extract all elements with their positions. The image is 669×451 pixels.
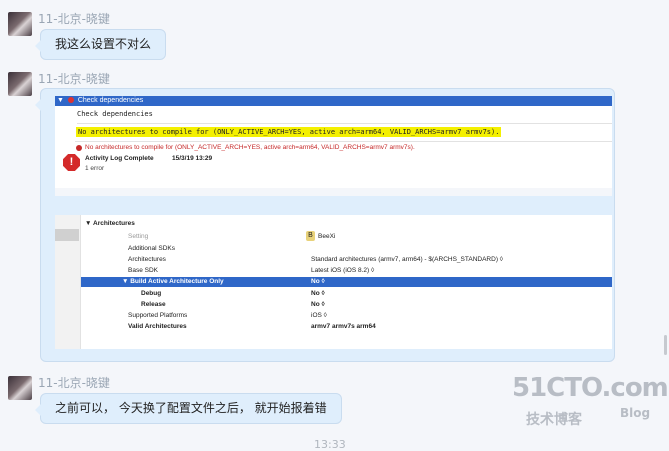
log-count: 1 error	[85, 165, 105, 172]
setting-value[interactable]: No ◊	[311, 278, 325, 285]
setting-value[interactable]: No ◊	[311, 301, 325, 308]
sender-name: 11-北京-晓键	[38, 72, 110, 86]
setting-header: Setting	[128, 233, 149, 240]
setting-value[interactable]: Standard architectures (armv7, arm64) - …	[311, 256, 503, 263]
build-settings-screenshot[interactable]: ▼ Architectures Setting B BeeXi Addition…	[55, 215, 612, 349]
message-bubble[interactable]: 我这么设置不对么	[34, 29, 167, 60]
header-label: Check dependencies	[77, 97, 144, 104]
avatar[interactable]	[8, 376, 32, 400]
subheader: Check dependencies	[77, 110, 153, 118]
watermark-sub: 技术博客	[526, 412, 582, 428]
message-bubble[interactable]: 之前可以， 今天换了配置文件之后， 就开始报着错	[35, 393, 342, 424]
setting-value[interactable]: Latest iOS (iOS 8.2) ◊	[311, 267, 374, 274]
log-time: 15/3/19 13:29	[172, 155, 213, 162]
disclosure-icon: ▼	[85, 220, 93, 227]
setting-row[interactable]: Debug	[141, 290, 161, 297]
setting-row[interactable]: Supported Platforms	[128, 312, 187, 319]
message-text: 之前可以， 今天换了配置文件之后， 就开始报着错	[55, 401, 327, 415]
setting-row[interactable]: Valid Architectures	[128, 323, 187, 330]
image-message-bubble[interactable]: ▼ Check dependencies Check dependencies …	[35, 88, 615, 362]
log-title: Activity Log Complete	[85, 155, 154, 162]
timestamp: 13:33	[314, 438, 346, 451]
stop-error-icon: !	[63, 154, 80, 171]
watermark-logo: 51CTO.com	[512, 373, 669, 403]
watermark-blog: Blog	[620, 406, 651, 420]
xcode-screenshot[interactable]: ▼ Check dependencies Check dependencies …	[55, 96, 612, 196]
disclosure-icon: ▼	[57, 97, 64, 104]
target-icon: B	[306, 231, 315, 241]
scrollbar-thumb[interactable]	[664, 335, 667, 355]
avatar[interactable]	[8, 72, 32, 96]
setting-row[interactable]: Additional SDKs	[128, 245, 175, 252]
message-text: 我这么设置不对么	[55, 37, 152, 51]
setting-value[interactable]: armv7 armv7s arm64	[311, 323, 376, 330]
error-icon	[76, 145, 82, 151]
sender-name: 11-北京-晓键	[38, 12, 110, 26]
highlight-line: No architectures to compile for (ONLY_AC…	[76, 127, 502, 137]
setting-value[interactable]: No ◊	[311, 290, 325, 297]
setting-row[interactable]: Base SDK	[128, 267, 158, 274]
setting-row[interactable]: Architectures	[128, 256, 166, 263]
setting-value[interactable]: iOS ◊	[311, 312, 327, 319]
avatar[interactable]	[8, 12, 32, 36]
setting-row[interactable]: Release	[141, 301, 166, 308]
check-dependencies-header: ▼ Check dependencies	[55, 96, 612, 106]
target-name: BeeXi	[318, 233, 336, 240]
error-dot-icon	[67, 97, 74, 104]
sender-name: 11-北京-晓键	[38, 376, 110, 390]
error-line: No architectures to compile for (ONLY_AC…	[85, 144, 415, 151]
section-title: ▼ Architectures	[85, 220, 135, 227]
setting-row[interactable]: ▼ Build Active Architecture Only	[122, 278, 224, 285]
